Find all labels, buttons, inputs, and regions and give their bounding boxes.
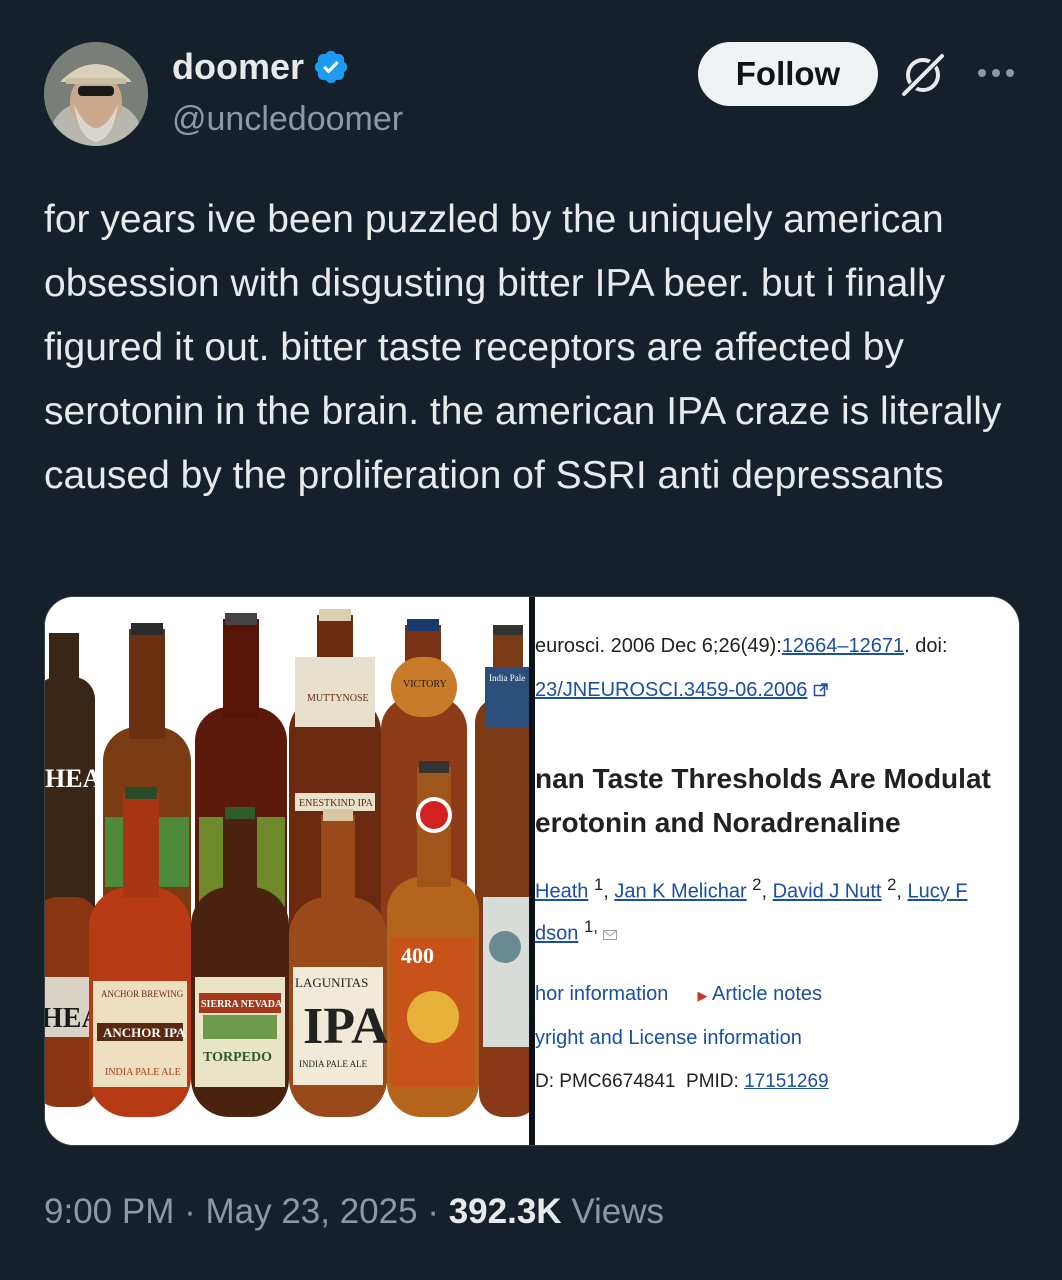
label-anchor-sub: INDIA PALE ALE (105, 1067, 181, 1078)
label-victory: VICTORY (403, 679, 447, 690)
article-notes-link[interactable]: Article notes (712, 983, 822, 1005)
avatar[interactable] (44, 42, 148, 146)
doi-line: 23/JNEUROSCI.3459-06.2006 (535, 679, 829, 702)
label-founders: 400 (401, 943, 434, 968)
citation-line: eurosci. 2006 Dec 6;26(49):12664–12671. … (535, 635, 948, 657)
beer-bottles-image: HEA MUTTYNOSE ENESTKIND IPA VICTORY Indi… (45, 597, 545, 1145)
article-screenshot: eurosci. 2006 Dec 6;26(49):12664–12671. … (535, 597, 1019, 1145)
article-title-line1: nan Taste Thresholds Are Modulat (535, 763, 991, 794)
author-link[interactable]: Heath (535, 881, 588, 903)
author-info-line: hor information ▶ Article notes (535, 983, 822, 1006)
tweet-text: for years ive been puzzled by the unique… (44, 198, 1002, 497)
copyright-link[interactable]: yright and License information (535, 1027, 802, 1050)
author-link[interactable]: David J Nutt (773, 881, 882, 903)
author-link[interactable]: Lucy F (907, 881, 967, 903)
label-mutty: MUTTYNOSE (307, 693, 369, 704)
label-india-pale: India Pale (489, 673, 525, 683)
pmid-link[interactable]: 17151269 (744, 1071, 829, 1092)
label-lagunitas-sub: INDIA PALE ALE (299, 1059, 368, 1069)
doi-link[interactable]: 23/JNEUROSCI.3459-06.2006 (535, 679, 807, 701)
label-lagunitas: LAGUNITAS (295, 975, 368, 990)
email-icon (603, 929, 618, 940)
external-link-icon (813, 683, 828, 697)
views-label: Views (571, 1192, 665, 1231)
label-ninkasi: ENESTKIND IPA (299, 798, 374, 809)
citation-pages-link[interactable]: 12664–12671 (782, 635, 904, 657)
authors-line1: Heath 1, Jan K Melichar 2, David J Nutt … (535, 875, 968, 903)
more-icon[interactable] (974, 56, 1018, 90)
authors-line2: dson 1, (535, 917, 618, 946)
author-information-link[interactable]: hor information (535, 983, 668, 1005)
author-link[interactable]: dson (535, 923, 578, 945)
tweet-date[interactable]: May 23, 2025 (205, 1192, 417, 1231)
display-name[interactable]: doomer (172, 46, 350, 88)
handle[interactable]: @uncledoomer (172, 100, 403, 139)
tweet-media[interactable]: HEA MUTTYNOSE ENESTKIND IPA VICTORY Indi… (44, 596, 1020, 1146)
label-anchor: ANCHOR IPA (103, 1025, 186, 1040)
label-head-top: HEA (45, 764, 102, 793)
label-sierra: SIERRA NEVADA (201, 999, 283, 1010)
views-count: 392.3K (448, 1192, 562, 1231)
grok-icon[interactable] (900, 52, 946, 98)
tweet-time[interactable]: 9:00 PM (44, 1192, 174, 1231)
label-torpedo: TORPEDO (203, 1050, 272, 1065)
ids-line: D: PMC6674841 PMID: 17151269 (535, 1071, 829, 1092)
verified-badge-icon (314, 50, 348, 84)
display-name-text: doomer (172, 46, 305, 87)
author-link[interactable]: Jan K Melichar (614, 881, 746, 903)
avatar-image (44, 42, 148, 146)
follow-button[interactable]: Follow (698, 42, 878, 106)
label-anchor-brewing: ANCHOR BREWING (101, 989, 184, 999)
triangle-right-icon: ▶ (697, 988, 708, 1003)
article-title-line2: erotonin and Noradrenaline (535, 807, 901, 838)
tweet-meta: 9:00 PM · May 23, 2025 · 392.3K Views (44, 1192, 665, 1231)
label-ipa: IPA (303, 998, 389, 1055)
